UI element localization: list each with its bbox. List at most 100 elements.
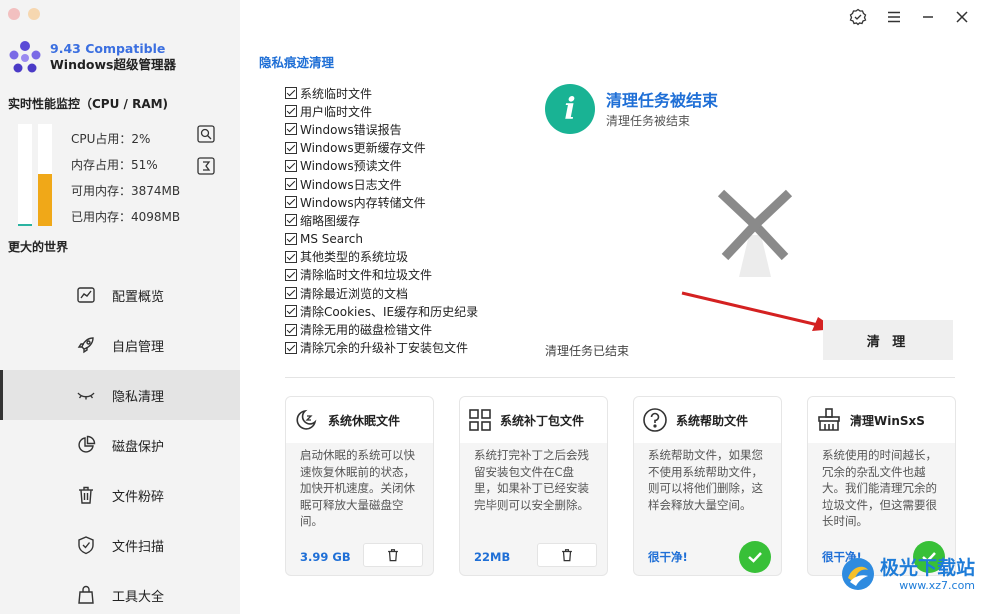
- card-title: 系统帮助文件: [676, 413, 749, 428]
- checkbox[interactable]: [285, 87, 297, 100]
- trash-icon: [79, 486, 93, 504]
- privacy-option-label: Windows日志文件: [300, 177, 402, 192]
- card-hibernation: 系统休眠文件 启动休眠的系统可以快速恢复休眠前的状态，加快开机速度。关闭休眠可释…: [285, 396, 434, 576]
- sidebar-item-tools[interactable]: 工具大全: [0, 570, 240, 614]
- privacy-option-label: 清除无用的磁盘检错文件: [300, 323, 433, 338]
- chart-icon: [77, 287, 95, 303]
- delete-button[interactable]: [537, 543, 597, 567]
- memory-bar: [38, 124, 52, 226]
- privacy-option[interactable]: 清除Cookies、IE缓存和历史纪录: [285, 302, 478, 320]
- privacy-option[interactable]: Windows日志文件: [285, 175, 478, 193]
- badge-check-icon[interactable]: [849, 8, 867, 26]
- card-value: 很干净!: [648, 550, 688, 564]
- info-icon: i: [545, 84, 595, 134]
- sidebar-item-overview[interactable]: 配置概览: [0, 270, 240, 320]
- privacy-option-label: 用户临时文件: [300, 104, 373, 119]
- menu-icon[interactable]: [887, 10, 901, 24]
- checkbox[interactable]: [285, 341, 297, 354]
- checkbox[interactable]: [285, 105, 297, 118]
- privacy-option[interactable]: 用户临时文件: [285, 102, 478, 120]
- privacy-option[interactable]: 清除无用的磁盘检错文件: [285, 320, 478, 338]
- checkbox[interactable]: [285, 323, 297, 336]
- sidebar-item-label: 自启管理: [112, 339, 165, 355]
- privacy-option[interactable]: Windows预读文件: [285, 157, 478, 175]
- privacy-option[interactable]: 清除冗余的升级补丁安装包文件: [285, 339, 478, 357]
- grid-icon: [469, 409, 491, 431]
- checkbox[interactable]: [285, 250, 297, 263]
- sidebar-item-disk[interactable]: 磁盘保护: [0, 420, 240, 470]
- privacy-option[interactable]: Windows更新缓存文件: [285, 139, 478, 157]
- checkbox[interactable]: [285, 305, 297, 318]
- trash-icon: [388, 549, 398, 562]
- privacy-option-label: 其他类型的系统垃圾: [300, 250, 409, 265]
- bag-icon: [78, 585, 94, 604]
- card-title: 系统补丁包文件: [500, 413, 585, 428]
- card-description: 系统帮助文件，如果您不使用系统帮助文件，则可以将他们删除，这样会释放大量空间。: [648, 448, 763, 512]
- privacy-option-label: Windows更新缓存文件: [300, 141, 426, 156]
- sidebar: 9.43 Compatible Windows超级管理器 实时性能监控（CPU …: [0, 0, 240, 614]
- sidebar-item-label: 配置概览: [112, 289, 165, 305]
- sidebar-item-scan[interactable]: 文件扫描: [0, 520, 240, 570]
- shield-icon: [78, 536, 94, 555]
- clean-button[interactable]: 清 理: [823, 320, 953, 360]
- sidebar-item-label: 隐私清理: [112, 389, 165, 405]
- check-icon: [739, 541, 771, 573]
- broom-icon: [818, 408, 840, 431]
- app-name: Windows超级管理器: [50, 57, 176, 72]
- checkbox[interactable]: [285, 287, 297, 300]
- minimize-dot[interactable]: [28, 8, 40, 20]
- privacy-option[interactable]: 系统临时文件: [285, 84, 478, 102]
- card-description: 系统使用的时间越长，冗余的杂乱文件也越大。我们能清理冗余的垃圾文件，但这需要很长…: [822, 448, 937, 528]
- privacy-option[interactable]: 其他类型的系统垃圾: [285, 248, 478, 266]
- sidebar-item-privacy[interactable]: 隐私清理: [0, 370, 240, 420]
- minimize-icon[interactable]: [921, 10, 935, 24]
- privacy-option-label: 清除Cookies、IE缓存和历史纪录: [300, 304, 479, 319]
- card-winsxs: 清理WinSxS 系统使用的时间越长，冗余的杂乱文件也越大。我们能清理冗余的垃圾…: [807, 396, 956, 576]
- sidebar-item-shredder[interactable]: 文件粉碎: [0, 470, 240, 520]
- privacy-option-label: MS Search: [300, 231, 364, 246]
- available-memory: 可用内存：3874MB: [71, 184, 181, 198]
- privacy-option[interactable]: MS Search: [285, 230, 478, 248]
- close-dot[interactable]: [8, 8, 20, 20]
- checkbox[interactable]: [285, 141, 297, 154]
- sidebar-item-label: 工具大全: [112, 589, 165, 605]
- privacy-option-label: 清除冗余的升级补丁安装包文件: [300, 341, 469, 356]
- sidebar-item-label: 磁盘保护: [112, 439, 165, 455]
- card-title: 系统休眠文件: [328, 413, 401, 428]
- checkbox[interactable]: [285, 268, 297, 281]
- checkbox[interactable]: [285, 214, 297, 227]
- card-description: 启动休眠的系统可以快速恢复休眠前的状态，加快开机速度。关闭休眠可释放大量磁盘空间…: [300, 448, 415, 528]
- close-icon[interactable]: [955, 10, 969, 24]
- memory-release-icon[interactable]: [196, 156, 216, 176]
- sidebar-item-startup[interactable]: 自启管理: [0, 320, 240, 370]
- usage-bars: [18, 124, 52, 226]
- privacy-option-label: Windows错误报告: [300, 122, 402, 137]
- windmill-icon: [713, 185, 798, 283]
- checkbox[interactable]: [285, 196, 297, 209]
- task-ended-text: 清理任务已结束: [545, 344, 630, 358]
- checkbox[interactable]: [285, 123, 297, 136]
- privacy-option[interactable]: 清除临时文件和垃圾文件: [285, 266, 478, 284]
- privacy-option-label: Windows内存转储文件: [300, 195, 426, 210]
- card-description: 系统打完补丁之后会残留安装包文件在C盘里，如果补丁已经安装完毕则可以安全删除。: [474, 448, 589, 512]
- delete-button[interactable]: [363, 543, 423, 567]
- watermark-url: www.xz7.com: [899, 578, 976, 592]
- privacy-option[interactable]: Windows错误报告: [285, 120, 478, 138]
- card-patch: 系统补丁包文件 系统打完补丁之后会残留安装包文件在C盘里，如果补丁已经安装完毕则…: [459, 396, 608, 576]
- pie-icon: [78, 435, 96, 453]
- privacy-option[interactable]: 清除最近浏览的文档: [285, 284, 478, 302]
- privacy-option[interactable]: 缩略图缓存: [285, 211, 478, 229]
- card-value: 22MB: [474, 550, 511, 564]
- memory-usage: 内存占用：51%: [71, 158, 158, 172]
- privacy-option-label: Windows预读文件: [300, 159, 402, 174]
- checkbox[interactable]: [285, 159, 297, 172]
- divider: [285, 377, 955, 378]
- used-memory: 已用内存：4098MB: [71, 210, 181, 224]
- privacy-option[interactable]: Windows内存转储文件: [285, 193, 478, 211]
- monitor-detail-icon[interactable]: [196, 124, 216, 144]
- bigger-world-label: 更大的世界: [8, 240, 69, 254]
- checkbox[interactable]: [285, 178, 297, 191]
- privacy-option-label: 清除临时文件和垃圾文件: [300, 268, 433, 283]
- cleanup-cards: 系统休眠文件 启动休眠的系统可以快速恢复休眠前的状态，加快开机速度。关闭休眠可释…: [285, 396, 956, 576]
- checkbox[interactable]: [285, 232, 297, 245]
